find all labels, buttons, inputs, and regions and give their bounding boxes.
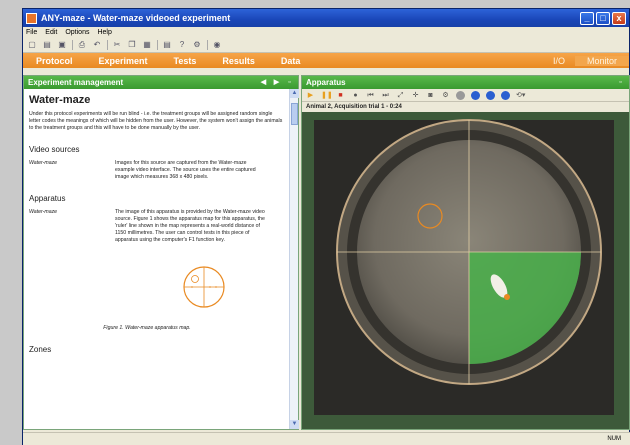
pause-icon[interactable]: ❚❚ xyxy=(321,91,333,100)
stop-icon[interactable]: ■ xyxy=(336,91,345,100)
apparatus-map-figure xyxy=(183,266,225,308)
num-lock-indicator: NUM xyxy=(607,436,621,442)
crosshair-icon[interactable]: ✛ xyxy=(411,91,420,100)
close-button[interactable]: x xyxy=(612,11,626,25)
record-icon[interactable]: ● xyxy=(351,91,360,100)
main-toolbar: ▢ ▤ ▣ ⎙ ↶ ✂ ❐ ▦ ▤ ? ⚙ ◉ xyxy=(23,38,629,53)
scroll-up-icon[interactable]: ▲ xyxy=(290,89,299,98)
minimize-button[interactable]: _ xyxy=(580,11,594,25)
cut-icon[interactable]: ✂ xyxy=(112,40,122,50)
main-nav: Protocol Experiment Tests Results Data I… xyxy=(23,53,629,68)
menu-bar: File Edit Options Help xyxy=(23,27,629,38)
camera-icon[interactable]: ◙ xyxy=(426,91,435,100)
window-title: ANY-maze - Water-maze videoed experiment xyxy=(41,13,231,23)
water-maze-video xyxy=(302,112,629,429)
tab-results[interactable]: Results xyxy=(209,56,268,66)
video-sources-heading: Video sources xyxy=(29,145,80,154)
apparatus-heading: Apparatus xyxy=(29,194,66,203)
panel-close-icon[interactable]: ▫ xyxy=(285,78,294,87)
video-view[interactable] xyxy=(302,112,629,429)
status-bar: NUM xyxy=(23,432,630,445)
panel-title: Experiment management xyxy=(28,78,124,87)
blue-circle-icon[interactable] xyxy=(471,90,480,100)
video-source-row: Water-maze Images for this source are ca… xyxy=(29,160,285,181)
tab-tests[interactable]: Tests xyxy=(161,56,210,66)
tab-protocol[interactable]: Protocol xyxy=(23,56,86,66)
video-toolbar: ▶ ❚❚ ■ ● ⏮ ⏭ ⤢ ✛ ◙ ⚙ ⟲▾ xyxy=(302,89,629,102)
zones-heading: Zones xyxy=(29,345,52,354)
panel-header: Apparatus ▫ xyxy=(302,76,629,89)
settings-icon[interactable]: ⚙ xyxy=(192,40,202,50)
tab-experiment[interactable]: Experiment xyxy=(86,56,161,66)
panel-close-icon[interactable]: ▫ xyxy=(616,78,625,87)
figure-caption: Figure 1. Water-maze apparatus map. xyxy=(103,325,191,331)
step-forward-icon[interactable]: ⏭ xyxy=(381,91,390,100)
toolbar-separator xyxy=(107,40,108,50)
toolbar-separator xyxy=(207,40,208,50)
play-icon[interactable]: ▶ xyxy=(306,91,315,100)
panel-title: Apparatus xyxy=(306,78,346,87)
dropdown-icon[interactable]: ⟲▾ xyxy=(516,91,525,100)
blue-circle-icon[interactable] xyxy=(501,90,510,100)
toolbar-separator xyxy=(72,40,73,50)
app-icon xyxy=(26,12,37,24)
step-back-icon[interactable]: ⏮ xyxy=(366,91,375,100)
video-source-text: Images for this source are captured from… xyxy=(115,160,256,180)
info-icon[interactable]: ? xyxy=(177,40,187,50)
back-icon[interactable]: ◀ xyxy=(259,78,268,87)
blue-circle-icon[interactable] xyxy=(486,90,495,100)
apparatus-panel: Apparatus ▫ ▶ ❚❚ ■ ● ⏮ ⏭ ⤢ ✛ ◙ ⚙ ⟲▾ Anim… xyxy=(301,75,630,430)
paste-icon[interactable]: ▦ xyxy=(142,40,152,50)
undo-icon[interactable]: ↶ xyxy=(92,40,102,50)
panel-header: Experiment management ◀ ▶ ▫ xyxy=(24,76,298,89)
copy-icon[interactable]: ❐ xyxy=(127,40,137,50)
properties-icon[interactable]: ▤ xyxy=(162,40,172,50)
print-icon[interactable]: ⎙ xyxy=(77,40,87,50)
menu-options[interactable]: Options xyxy=(65,29,89,36)
help-icon[interactable]: ◉ xyxy=(212,40,222,50)
intro-paragraph: Under this protocol experiments will be … xyxy=(29,111,283,131)
platform-marker xyxy=(191,275,199,283)
save-icon[interactable]: ▣ xyxy=(57,40,67,50)
app-window: ANY-maze - Water-maze videoed experiment… xyxy=(22,8,630,445)
title-bar: ANY-maze - Water-maze videoed experiment… xyxy=(23,9,629,27)
menu-help[interactable]: Help xyxy=(97,29,111,36)
forward-icon[interactable]: ▶ xyxy=(272,78,281,87)
new-icon[interactable]: ▢ xyxy=(27,40,37,50)
apparatus-key: Water-maze xyxy=(29,209,58,215)
scroll-down-icon[interactable]: ▼ xyxy=(290,420,299,429)
experiment-management-panel: Experiment management ◀ ▶ ▫ Water-maze U… xyxy=(23,75,299,430)
zoom-icon[interactable]: ⤢ xyxy=(396,91,405,100)
tab-monitor[interactable]: Monitor xyxy=(575,55,629,66)
document-title: Water-maze xyxy=(29,94,91,106)
trial-info: Animal 2, Acquisition trial 1 - 0:24 xyxy=(302,102,629,112)
open-icon[interactable]: ▤ xyxy=(42,40,52,50)
gray-circle-icon[interactable] xyxy=(456,90,465,100)
document-scrollbar[interactable]: ▲ ▼ xyxy=(289,89,299,429)
toolbar-separator xyxy=(157,40,158,50)
apparatus-text: The image of this apparatus is provided … xyxy=(115,209,265,243)
protocol-document: Water-maze Under this protocol experimen… xyxy=(24,89,290,429)
video-source-key: Water-maze xyxy=(29,160,58,166)
scroll-thumb[interactable] xyxy=(291,103,298,125)
tab-io[interactable]: I/O xyxy=(543,56,575,66)
apparatus-row: Water-maze The image of this apparatus i… xyxy=(29,209,285,244)
tracking-point xyxy=(504,294,510,300)
maximize-button[interactable]: □ xyxy=(596,11,610,25)
settings-icon[interactable]: ⚙ xyxy=(441,91,450,100)
tab-data[interactable]: Data xyxy=(268,56,314,66)
menu-edit[interactable]: Edit xyxy=(45,29,57,36)
menu-file[interactable]: File xyxy=(26,29,37,36)
